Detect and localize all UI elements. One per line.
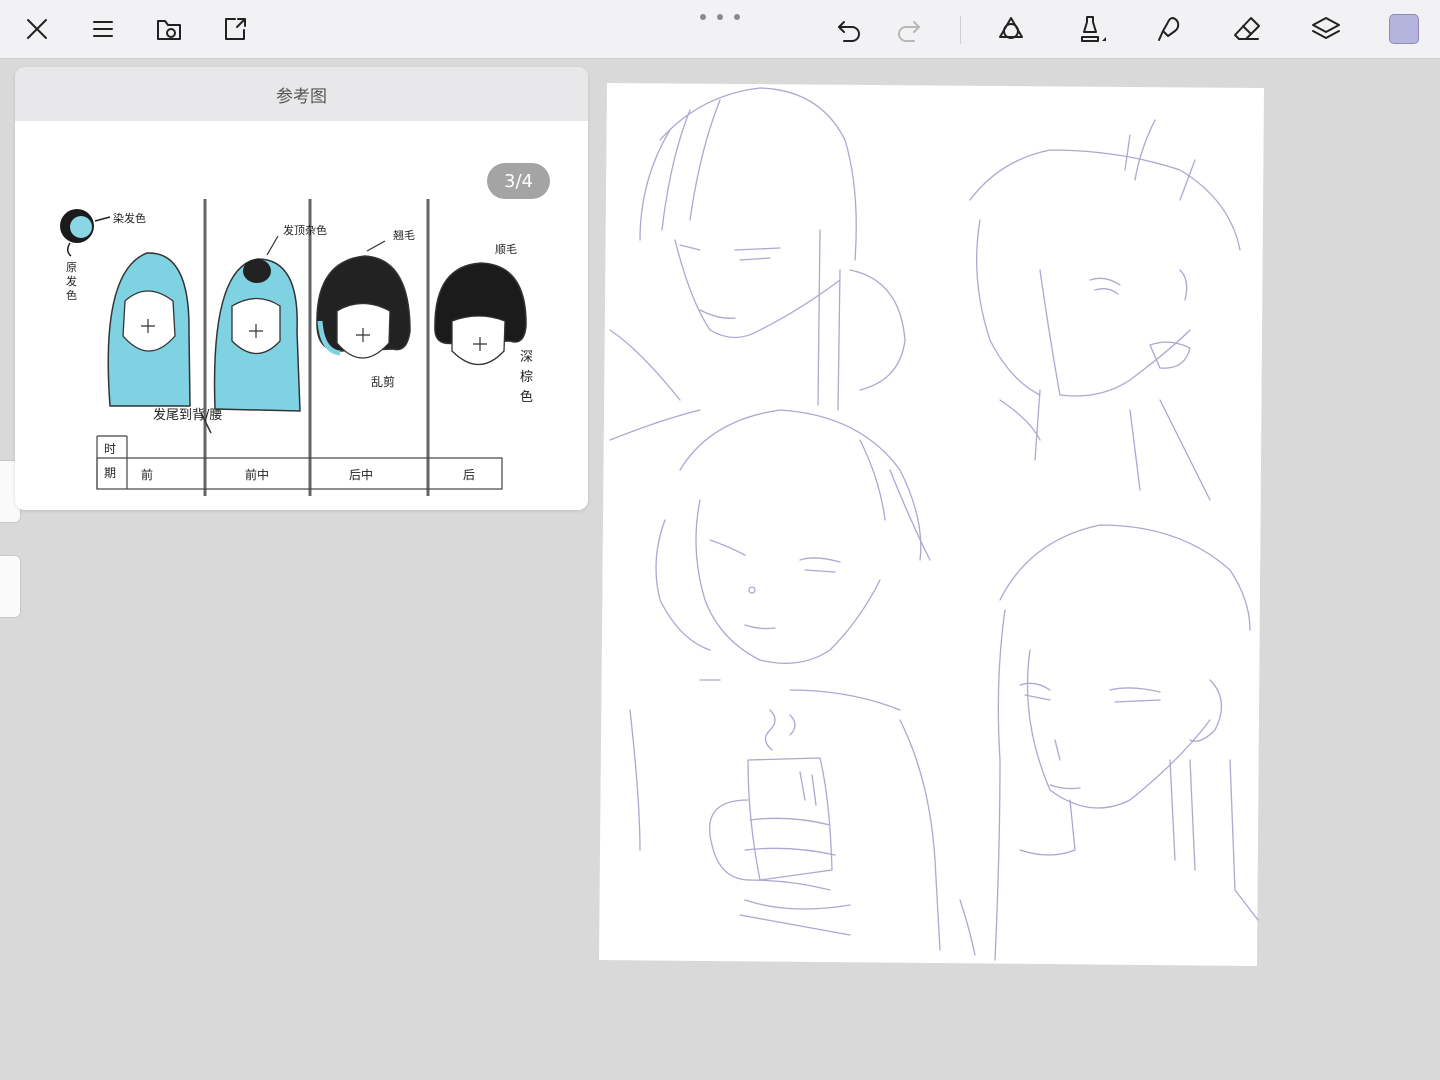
undo-icon[interactable]: [828, 8, 870, 50]
label-stage-late-mid: 后中: [349, 467, 373, 482]
opacity-slider[interactable]: [0, 555, 21, 618]
paper[interactable]: [599, 83, 1264, 966]
label-messy: 乱剪: [371, 374, 395, 389]
brush-icon[interactable]: [1069, 8, 1111, 50]
label-original-color: 原发色: [66, 261, 77, 302]
page-indicator: 3/4: [487, 163, 550, 199]
toolbar-divider: [960, 16, 961, 44]
label-dark-brown: 深棕色: [520, 350, 533, 405]
eraser-icon[interactable]: [1226, 8, 1268, 50]
reference-panel[interactable]: 参考图 染发色 原发色 发顶杂色 翘毛 顺毛 乱剪 深棕色 发尾到背/腰 时 期…: [15, 67, 588, 510]
gallery-icon[interactable]: [148, 8, 190, 50]
label-straight: 顺毛: [495, 243, 517, 256]
reference-panel-title[interactable]: 参考图: [15, 67, 588, 121]
redo-icon[interactable]: [888, 8, 930, 50]
import-icon[interactable]: [214, 8, 256, 50]
color-swatch[interactable]: [1389, 14, 1419, 44]
layers-icon[interactable]: [1305, 8, 1347, 50]
label-length: 发尾到背/腰: [153, 407, 222, 423]
svg-text:时: 时: [104, 442, 116, 456]
smudge-icon[interactable]: [1148, 8, 1190, 50]
svg-text:期: 期: [104, 466, 116, 480]
label-stage-early-mid: 前中: [245, 467, 269, 482]
label-curly: 翘毛: [393, 229, 415, 242]
drag-handle-icon[interactable]: [700, 10, 740, 24]
label-stage-early: 前: [141, 467, 153, 482]
top-toolbar: [0, 0, 1440, 59]
svg-text:深棕色: 深棕色: [520, 350, 533, 405]
menu-icon[interactable]: [82, 8, 124, 50]
shapes-icon[interactable]: [990, 8, 1032, 50]
label-stage-late: 后: [463, 468, 475, 482]
svg-text:原发色: 原发色: [66, 261, 77, 302]
label-crown-mixed: 发顶杂色: [283, 223, 327, 237]
close-icon[interactable]: [16, 8, 58, 50]
label-dye-color: 染发色: [113, 211, 146, 225]
